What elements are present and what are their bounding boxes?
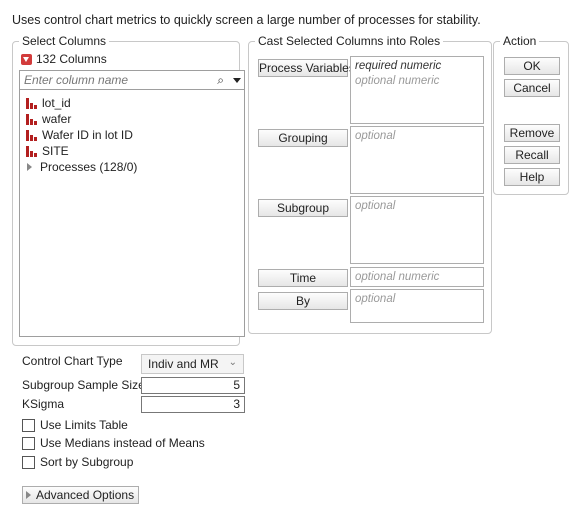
search-placeholder: Enter column name xyxy=(24,73,129,87)
search-icon[interactable]: ⌕ xyxy=(217,73,224,87)
column-item-label: SITE xyxy=(42,144,69,158)
subgroup-drop-zone[interactable]: optional xyxy=(350,196,484,264)
time-button[interactable]: Time xyxy=(258,269,348,287)
cancel-button[interactable]: Cancel xyxy=(504,79,560,97)
grouping-drop-zone[interactable]: optional xyxy=(350,126,484,194)
use-medians-checkbox[interactable]: Use Medians instead of Means xyxy=(22,436,205,450)
continuous-column-icon xyxy=(26,129,37,141)
select-columns-title: Select Columns xyxy=(19,34,110,48)
grouping-button[interactable]: Grouping xyxy=(258,129,348,147)
process-variables-drop-zone[interactable]: required numeric optional numeric xyxy=(350,56,484,124)
continuous-column-icon xyxy=(26,97,37,109)
column-item-label: Wafer ID in lot ID xyxy=(42,128,133,142)
role-hint: required numeric xyxy=(355,60,442,72)
column-group-processes[interactable]: Processes (128/0) xyxy=(26,160,137,174)
checkbox-label: Use Limits Table xyxy=(40,418,128,432)
checkbox-box[interactable] xyxy=(22,418,35,432)
continuous-column-icon xyxy=(26,113,37,125)
column-item-lot-id[interactable]: lot_id xyxy=(26,96,71,110)
role-hint: optional xyxy=(355,200,396,212)
column-item-wafer-id-in-lot-id[interactable]: Wafer ID in lot ID xyxy=(26,128,133,142)
ksigma-label: KSigma xyxy=(22,397,65,411)
role-hint: optional xyxy=(355,130,396,142)
recall-button[interactable]: Recall xyxy=(504,146,560,164)
time-drop-zone[interactable]: optional numeric xyxy=(350,267,484,287)
column-count-row[interactable]: 132 Columns xyxy=(21,52,107,66)
search-options-dropdown-icon[interactable] xyxy=(233,78,241,83)
chart-type-select[interactable]: Indiv and MR ⌄ xyxy=(141,354,244,374)
checkbox-label: Use Medians instead of Means xyxy=(40,436,205,450)
sample-size-input[interactable]: 5 xyxy=(141,377,245,394)
advanced-options-button[interactable]: Advanced Options xyxy=(22,486,139,504)
column-item-label: wafer xyxy=(42,112,72,126)
dialog-description: Uses control chart metrics to quickly sc… xyxy=(12,13,481,27)
expand-triangle-icon[interactable] xyxy=(27,163,32,171)
chart-type-value: Indiv and MR xyxy=(148,357,219,371)
remove-button[interactable]: Remove xyxy=(504,124,560,142)
action-title: Action xyxy=(500,34,540,48)
chart-type-label: Control Chart Type xyxy=(22,354,123,368)
help-button[interactable]: Help xyxy=(504,168,560,186)
sort-by-subgroup-checkbox[interactable]: Sort by Subgroup xyxy=(22,455,133,469)
checkbox-box[interactable] xyxy=(22,455,35,469)
by-button[interactable]: By xyxy=(258,292,348,310)
process-variables-button[interactable]: Process Variables xyxy=(258,59,355,77)
column-list[interactable]: lot_id wafer Wafer ID in lot ID SITE Pro… xyxy=(19,90,245,337)
role-hint: optional numeric xyxy=(355,271,440,283)
column-group-label: Processes (128/0) xyxy=(40,160,138,174)
column-search-input[interactable]: Enter column name ⌕ xyxy=(19,70,245,90)
continuous-column-icon xyxy=(26,145,37,157)
advanced-options-label: Advanced Options xyxy=(36,488,135,502)
column-count: 132 Columns xyxy=(36,52,107,66)
chevron-down-icon: ⌄ xyxy=(228,357,237,368)
use-limits-table-checkbox[interactable]: Use Limits Table xyxy=(22,418,128,432)
sample-size-label: Subgroup Sample Size xyxy=(22,378,145,392)
ksigma-input[interactable]: 3 xyxy=(141,396,245,413)
cast-roles-title: Cast Selected Columns into Roles xyxy=(255,34,444,48)
action-panel: Action OK Cancel Remove Recall Help xyxy=(493,34,569,195)
subgroup-button[interactable]: Subgroup xyxy=(258,199,348,217)
role-hint: optional xyxy=(355,293,396,305)
by-drop-zone[interactable]: optional xyxy=(350,289,484,323)
red-triangle-menu-icon[interactable] xyxy=(21,53,32,65)
select-columns-panel: Select Columns 132 Columns Enter column … xyxy=(12,34,245,346)
ok-button[interactable]: OK xyxy=(504,57,560,75)
role-hint-secondary: optional numeric xyxy=(355,75,440,87)
cast-roles-panel: Cast Selected Columns into Roles Process… xyxy=(248,34,492,334)
column-item-wafer[interactable]: wafer xyxy=(26,112,71,126)
expand-triangle-icon xyxy=(26,491,31,499)
checkbox-label: Sort by Subgroup xyxy=(40,455,134,469)
checkbox-box[interactable] xyxy=(22,436,35,450)
column-item-label: lot_id xyxy=(42,96,71,110)
column-item-site[interactable]: SITE xyxy=(26,144,69,158)
